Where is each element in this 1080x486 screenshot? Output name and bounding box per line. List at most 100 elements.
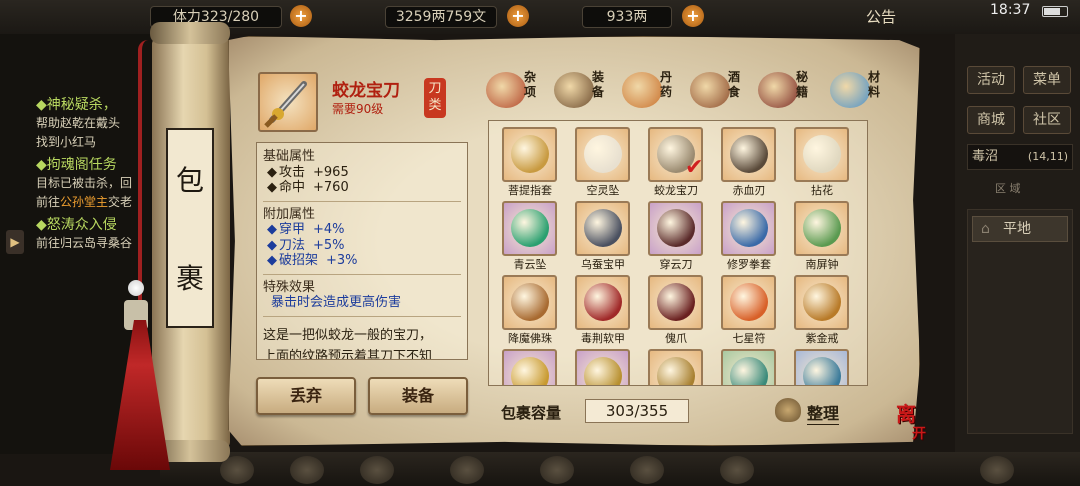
inventory-slot[interactable]	[708, 343, 780, 385]
item-description: 这是一把似蛟龙一般的宝刀， 上面的纹路预示着其刀下不知	[263, 325, 467, 360]
attribute-name: 命中	[279, 180, 306, 195]
house-icon: ⌂	[981, 221, 990, 237]
category-tab[interactable]: 酒食	[690, 70, 754, 110]
menu-icon[interactable]	[980, 456, 1014, 484]
dagger-icon	[657, 209, 695, 247]
inventory-slot[interactable]: 空灵坠	[562, 121, 634, 197]
category-tab[interactable]: 装备	[554, 70, 618, 110]
menu-icon[interactable]	[360, 456, 394, 484]
equip-button[interactable]: 装备	[368, 377, 468, 415]
attribute-value: +965	[313, 164, 349, 180]
sort-button[interactable]: 整理	[775, 396, 849, 426]
bag-icon	[775, 398, 801, 422]
inventory-slot[interactable]: 拈花	[781, 121, 853, 197]
attribute-name: 攻击	[279, 164, 306, 180]
scroll-rod	[150, 22, 230, 44]
area-list: ⌂ 平地	[967, 209, 1073, 434]
community-button[interactable]: 社区	[1023, 106, 1071, 134]
armor-icon	[584, 209, 622, 247]
category-tab[interactable]: 秘籍	[758, 70, 822, 110]
blade-icon	[730, 135, 768, 173]
wine-food-icon	[690, 72, 730, 108]
add-gold-button[interactable]: +	[682, 5, 704, 27]
base-attr-heading: 基础属性	[263, 149, 316, 164]
shop-button[interactable]: 商城	[967, 106, 1015, 134]
expand-arrow-icon[interactable]: ▶	[6, 230, 24, 254]
attribute-value: +5%	[313, 237, 345, 253]
sort-label: 整理	[807, 400, 840, 425]
diamond-icon: ◆	[267, 237, 277, 253]
map-name: 毒沼	[972, 149, 999, 164]
red-armor-icon	[584, 283, 622, 321]
inventory-slot[interactable]: 紫金戒	[781, 269, 853, 345]
pendant-icon	[584, 135, 622, 173]
quest-npc-link[interactable]: 公孙堂主	[60, 195, 108, 209]
inventory-slot[interactable]: 南屏钟	[781, 195, 853, 271]
money-display: 3259两759文	[385, 6, 497, 28]
crystal-icon	[830, 72, 870, 108]
category-tab[interactable]: 丹药	[622, 70, 686, 110]
attribute-value: +3%	[326, 253, 358, 268]
menu-button[interactable]: 菜单	[1023, 66, 1071, 94]
menu-icon[interactable]	[450, 456, 484, 484]
menu-icon[interactable]	[540, 456, 574, 484]
attribute-name: 破招架	[279, 253, 319, 268]
inventory-slot[interactable]	[489, 343, 561, 385]
inventory-slot[interactable]: 七星符	[708, 269, 780, 345]
inventory-slot[interactable]: 乌蚕宝甲	[562, 195, 634, 271]
add-stamina-button[interactable]: +	[290, 5, 312, 27]
attribute-name: 刀法	[279, 237, 306, 253]
title-char: 裹	[175, 262, 204, 295]
area-tab[interactable]: 区 域	[995, 180, 1021, 196]
quest-text: 目标已被击杀，回	[36, 176, 133, 190]
menu-icon[interactable]	[630, 456, 664, 484]
inventory-slot[interactable]: 毒荆软甲	[562, 269, 634, 345]
inventory-slot[interactable]	[781, 343, 853, 385]
inventory-slot[interactable]: 傀爪	[635, 269, 707, 345]
diamond-icon: ◆	[267, 222, 277, 237]
armor-bundle-icon	[554, 72, 594, 108]
capacity-label: 包裹容量	[501, 404, 562, 422]
title-char: 包	[175, 164, 204, 197]
inventory-slot[interactable]	[635, 343, 707, 385]
attribute-row: ◆ 穿甲 +4%	[263, 222, 467, 238]
add-money-button[interactable]: +	[507, 5, 529, 27]
inventory-slot[interactable]: 穿云刀	[635, 195, 707, 271]
description-line: 上面的纹路预示着其刀下不知	[263, 348, 433, 360]
category-tab[interactable]: 杂项	[486, 70, 550, 110]
battery-icon	[1042, 6, 1068, 17]
map-location[interactable]: 毒沼 (14,11)	[967, 144, 1073, 170]
inventory-slot[interactable]	[562, 343, 634, 385]
inventory-slot[interactable]: 修罗拳套	[708, 195, 780, 271]
inventory-slot[interactable]: 降魔佛珠	[489, 269, 561, 345]
menu-icon[interactable]	[290, 456, 324, 484]
tassel-cord	[138, 40, 148, 320]
ring-icon	[803, 283, 841, 321]
category-tab[interactable]: 材料	[830, 70, 894, 110]
inventory-slot[interactable]: 蛟龙宝刀 ✔	[635, 121, 707, 197]
menu-icon[interactable]	[720, 456, 754, 484]
attribute-row: ◆ 破招架 +3%	[263, 253, 467, 269]
announcement-button[interactable]: 公告	[866, 6, 896, 27]
terrain-item[interactable]: ⌂ 平地	[972, 216, 1068, 242]
item-type-badge: 刀类	[424, 78, 446, 118]
inventory-slot[interactable]: 菩提指套	[489, 121, 561, 197]
prayer-beads-icon	[511, 283, 549, 321]
saber-icon	[264, 81, 307, 128]
activity-button[interactable]: 活动	[967, 66, 1015, 94]
inventory-slot[interactable]: 赤血刃	[708, 121, 780, 197]
quest-text: 前往	[36, 195, 61, 209]
terrain-label: 平地	[1003, 221, 1031, 237]
category-label: 材料	[868, 70, 881, 99]
attribute-row: ◆ 命中 +760	[263, 180, 467, 196]
attribute-name: 穿甲	[279, 222, 306, 237]
books-icon	[758, 72, 798, 108]
attribute-row: ◆ 刀法 +5%	[263, 238, 467, 254]
inventory-slot[interactable]: 青云坠	[489, 195, 561, 271]
bead-icon	[128, 280, 144, 296]
clock: 18:37	[990, 2, 1031, 18]
jade-pendant-icon	[511, 209, 549, 247]
discard-button[interactable]: 丢弃	[256, 377, 356, 415]
item-detail-box: 基础属性 ◆ 攻击 +965 ◆ 命中 +760 附加属性 ◆ 穿甲 +4% ◆ 刀法 +5% ◆ 破招…	[256, 142, 468, 360]
leave-button[interactable]: 离 开	[896, 404, 942, 450]
